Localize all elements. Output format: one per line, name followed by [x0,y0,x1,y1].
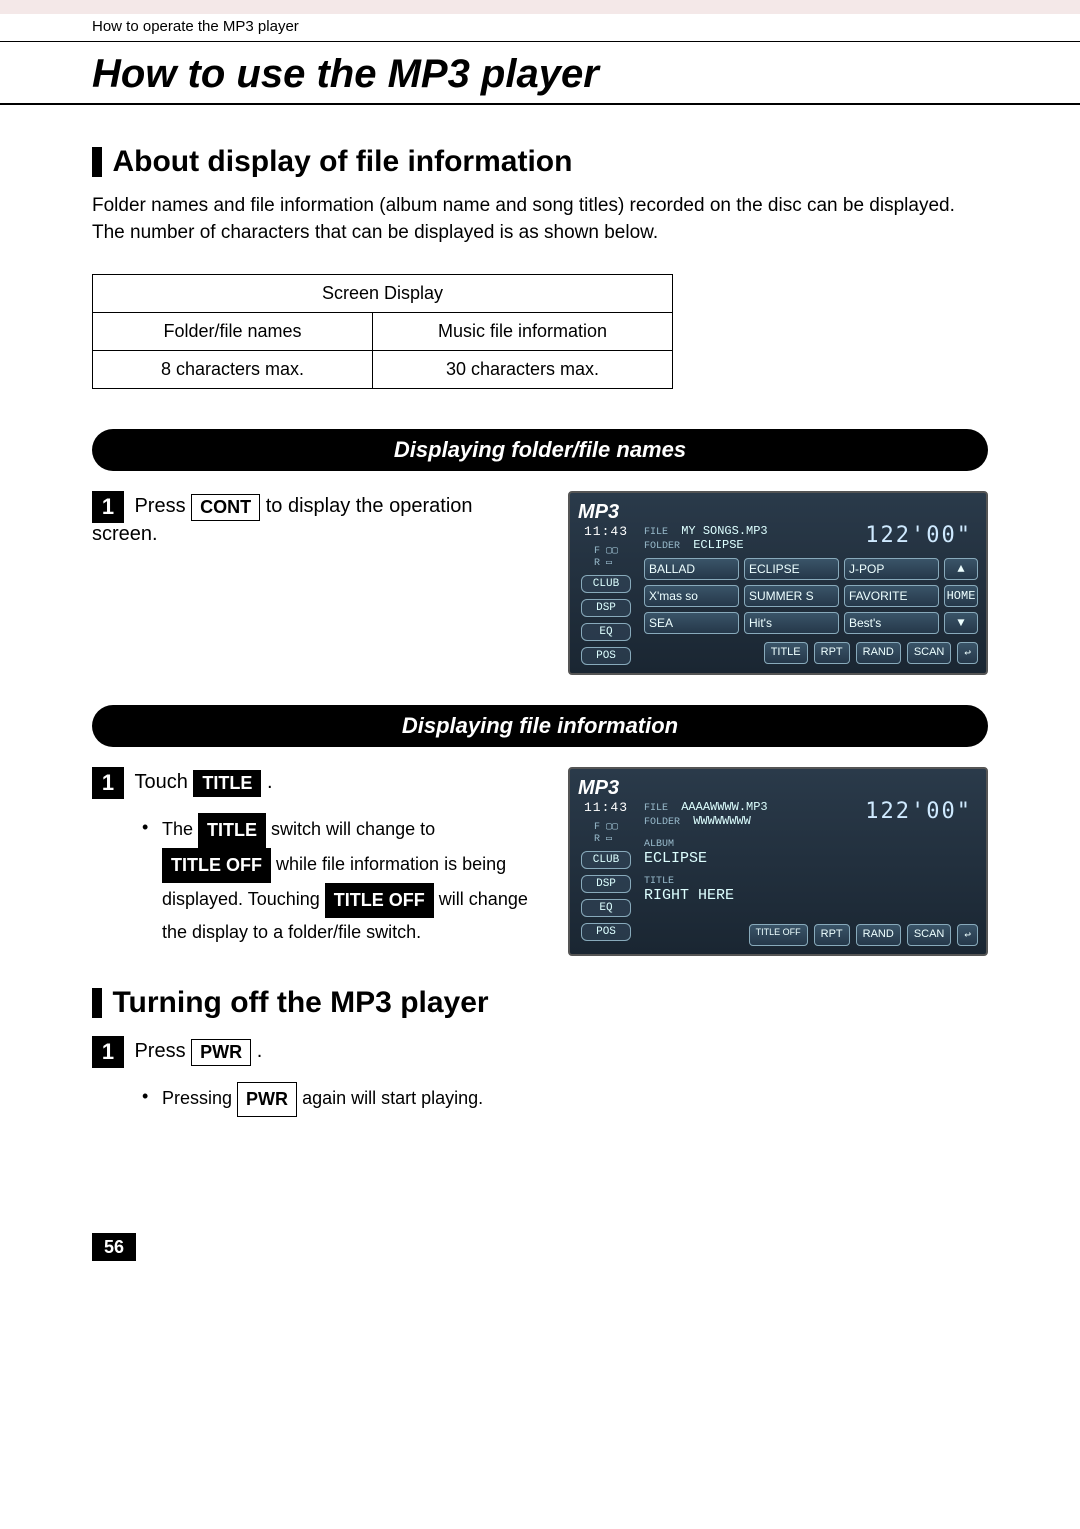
channel-icon: F ▢▢R ▭ [594,545,618,569]
step-suffix: . [257,1040,263,1062]
folder-item[interactable]: X'mas so [644,585,739,607]
cont-button[interactable]: CONT [191,494,260,521]
title-off-button[interactable]: TITLE OFF [162,848,271,883]
title-button[interactable]: TITLE [764,642,808,664]
rand-button[interactable]: RAND [856,924,901,946]
step-prefix: Press [134,495,191,517]
bullet-icon: • [142,1082,162,1117]
channel-icon: F ▢▢R ▭ [594,821,618,845]
file-label: FILE [644,803,668,814]
file-value: MY SONGS.MP3 [681,524,767,538]
eq-button[interactable]: EQ [581,899,631,917]
step-number: 1 [92,767,124,799]
rpt-button[interactable]: RPT [814,642,850,664]
about-body: Folder names and file information (album… [92,193,988,246]
folder-value: ECLIPSE [693,538,743,552]
folder-item[interactable]: SUMMER S [744,585,839,607]
rpt-button[interactable]: RPT [814,924,850,946]
scroll-down-button[interactable]: ▼ [944,612,978,634]
screen-file-info-view: MP3 122'00" 11:43 F ▢▢R ▭ CLUB DSP EQ PO… [568,767,988,956]
dsp-button[interactable]: DSP [581,875,631,893]
scan-button[interactable]: SCAN [907,642,952,664]
folder-label: FOLDER [644,541,680,552]
return-icon[interactable]: ↩ [957,642,978,664]
folder-item[interactable]: BALLAD [644,558,739,580]
scroll-up-button[interactable]: ▲ [944,558,978,580]
table-col2-value: 30 characters max. [373,351,673,389]
folder-item[interactable]: FAVORITE [844,585,939,607]
screen-clock: 11:43 [584,800,628,815]
pwr-button[interactable]: PWR [237,1082,297,1117]
album-value: ECLIPSE [644,850,978,867]
bullet-text: The TITLE switch will change to TITLE OF… [162,813,538,946]
folder-item[interactable]: Hit's [744,612,839,634]
scan-button[interactable]: SCAN [907,924,952,946]
about-heading: About display of file information [112,145,572,179]
bullet-text: Pressing PWR again will start playing. [162,1082,483,1117]
step-suffix: . [267,771,273,793]
step-prefix: Press [134,1040,191,1062]
club-button[interactable]: CLUB [581,851,631,869]
title-off-button[interactable]: TITLE OFF [749,924,808,946]
screen-mode-label: MP3 [578,777,978,800]
return-icon[interactable]: ↩ [957,924,978,946]
t: switch will change to [271,819,435,839]
page-number: 56 [92,1233,136,1261]
screen-folder-view: MP3 122'00" 11:43 F ▢▢R ▭ CLUB DSP EQ PO… [568,491,988,675]
folder-item[interactable]: J-POP [844,558,939,580]
table-col1-header: Folder/file names [93,313,373,351]
step-prefix: Touch [134,771,193,793]
step-text: Touch TITLE . [134,771,272,793]
title-off-button[interactable]: TITLE OFF [325,883,434,918]
section-about: About display of file information Folder… [92,145,988,389]
top-strip [0,0,1080,14]
page-title: How to use the MP3 player [0,42,1080,105]
step-text: Press CONT to display the operation scre… [92,495,473,545]
section-accent [92,147,102,177]
screen-clock: 11:43 [584,524,628,539]
title-value: RIGHT HERE [644,887,978,904]
bullet-icon: • [142,813,162,946]
title-label: TITLE [644,876,674,887]
table-col1-value: 8 characters max. [93,351,373,389]
folder-item[interactable]: SEA [644,612,739,634]
step-row: 1 Press CONT to display the operation sc… [92,491,538,546]
screen-mode-label: MP3 [578,501,978,524]
step-text: Press PWR . [134,1040,262,1062]
screen-duration: 122'00" [865,799,972,824]
album-label: ALBUM [644,839,674,850]
table-col2-header: Music file information [373,313,673,351]
pill-file-info: Displaying file information [92,705,988,747]
step-number: 1 [92,1036,124,1068]
char-limit-table: Screen Display Folder/file names Music f… [92,274,673,389]
title-touch-button[interactable]: TITLE [193,770,261,797]
folder-item[interactable]: ECLIPSE [744,558,839,580]
turn-off-heading: Turning off the MP3 player [112,986,488,1020]
section-turn-off: Turning off the MP3 player 1 Press PWR .… [92,986,988,1117]
eq-button[interactable]: EQ [581,623,631,641]
t: The [162,819,198,839]
breadcrumb: How to operate the MP3 player [0,14,1080,42]
file-value: AAAAWWWW.MP3 [681,800,767,814]
pos-button[interactable]: POS [581,923,631,941]
folder-value: WWWWWWWW [693,814,751,828]
folder-label: FOLDER [644,817,680,828]
table-header-merged: Screen Display [93,275,673,313]
home-button[interactable]: HOME [944,585,978,607]
rand-button[interactable]: RAND [856,642,901,664]
t: again will start playing. [302,1088,483,1108]
section-accent [92,988,102,1018]
pwr-button[interactable]: PWR [191,1039,251,1066]
title-label-button[interactable]: TITLE [198,813,266,848]
pill-folder-names: Displaying folder/file names [92,429,988,471]
dsp-button[interactable]: DSP [581,599,631,617]
step-row: 1 Touch TITLE . [92,767,538,799]
screen-duration: 122'00" [865,523,972,548]
step-number: 1 [92,491,124,523]
file-label: FILE [644,527,668,538]
t: Pressing [162,1088,237,1108]
pos-button[interactable]: POS [581,647,631,665]
club-button[interactable]: CLUB [581,575,631,593]
folder-item[interactable]: Best's [844,612,939,634]
